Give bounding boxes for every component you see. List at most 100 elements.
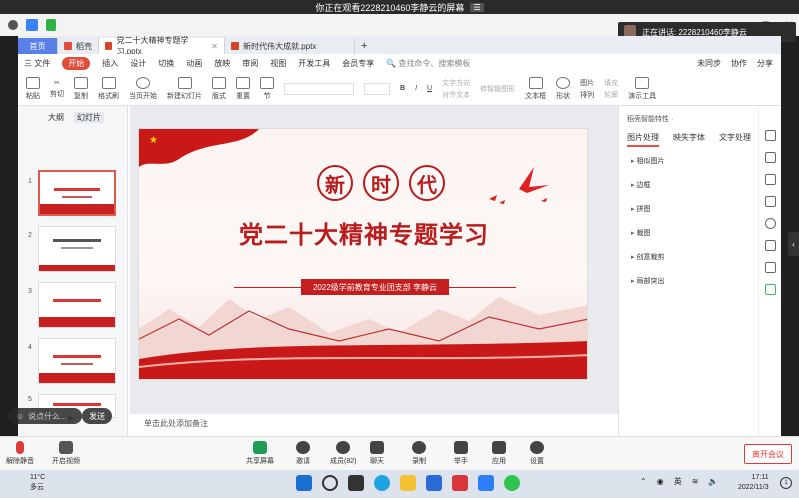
slide-thumbnail[interactable] [38,226,116,272]
menu-item[interactable]: 动画 [186,58,202,69]
search-command[interactable]: 🔍 查找命令、搜索模板 [386,58,470,69]
signal-icon[interactable] [46,19,56,31]
tab-slides[interactable]: 幻灯片 [74,112,104,123]
emoji-icon[interactable]: ☺ [16,412,24,421]
share-screen-button[interactable]: 共享屏幕 [246,441,274,466]
meeting-app-icon[interactable] [478,475,494,491]
menu-item[interactable]: 会员专享 [342,58,374,69]
beautify-icon[interactable] [765,262,776,273]
smart-icon[interactable] [765,284,776,295]
app-icon[interactable] [426,475,442,491]
clock[interactable]: 17:11 2022/11/3 [738,473,769,493]
help-icon[interactable] [765,218,776,229]
lang-indicator[interactable]: 英 [674,476,682,487]
panel-item[interactable]: 局部突出 [631,276,664,286]
slide-thumbnail[interactable] [38,282,116,328]
tab-outline[interactable]: 大纲 [48,112,64,123]
edge-icon[interactable] [374,475,390,491]
notification-icon[interactable]: 1 [780,477,792,489]
format-painter-button[interactable]: 格式刷 [98,76,119,101]
wps-icon[interactable] [452,475,468,491]
tab-doc-2[interactable]: 新时代伟大成就.pptx [225,38,355,54]
underline-button[interactable]: U [427,85,432,92]
members-button[interactable]: 成员(82) [330,441,356,466]
layout-button[interactable]: 版式 [212,76,226,101]
share-button[interactable]: 分享 [757,58,773,69]
menu-item[interactable]: 插入 [102,58,118,69]
tab-active-doc[interactable]: 党二十大精神专题学习.pptx ✕ [99,36,225,56]
panel-item[interactable]: 拼图 [631,204,650,214]
smart-graphic-button[interactable]: 转智能图形 [480,84,515,94]
textbox-button[interactable]: 文本框 [525,76,546,101]
start-video-button[interactable]: 开启视频 [52,441,80,466]
tab-missing-fonts[interactable]: 映失字体 [673,132,705,147]
chat-send-button[interactable]: 发送 [82,408,112,424]
new-slide-button[interactable]: 新建幻灯片 [167,76,202,101]
tab-daoke[interactable]: 稻壳 [58,38,99,54]
menu-item[interactable]: 设计 [130,58,146,69]
collaborate-button[interactable]: 协作 [731,58,747,69]
close-icon[interactable]: ✕ [211,42,218,51]
picture-button[interactable]: 图片 排列 [580,78,594,100]
info-icon[interactable] [8,20,18,30]
panel-item[interactable]: 创意裁剪 [631,252,664,262]
slide-thumbnail[interactable] [38,338,116,384]
unmute-button[interactable]: 解除静音 [6,441,34,466]
sync-status[interactable]: 未同步 [697,58,721,69]
menu-item[interactable]: 视图 [270,58,286,69]
panel-item[interactable]: 裁图 [631,228,650,238]
presentation-tools-button[interactable]: 演示工具 [628,76,656,101]
menu-start[interactable]: 开始 [62,56,91,70]
folder-icon[interactable] [400,475,416,491]
menu-item[interactable]: 切换 [158,58,174,69]
menu-item[interactable]: 审阅 [242,58,258,69]
export-icon[interactable] [765,196,776,207]
image-icon[interactable] [765,240,776,251]
cut-button[interactable]: ✂ 剪切 [50,79,64,99]
slide-thumbnail[interactable] [38,170,116,216]
start-icon[interactable] [296,475,312,491]
settings-button[interactable]: 设置 [530,441,544,466]
chat-button[interactable]: 聊天 [370,441,384,466]
chevron-up-icon[interactable]: ⌃ [640,477,647,486]
panel-item[interactable]: 边框 [631,180,650,190]
bold-button[interactable]: B [400,85,405,92]
panel-item[interactable]: 相似图片 [631,156,664,166]
adjust-icon[interactable] [765,152,776,163]
tab-home[interactable]: 首页 [18,38,58,54]
leave-meeting-button[interactable]: 离开会议 [744,444,792,464]
hamburger-icon[interactable]: ☰ [470,2,484,12]
slide[interactable]: ★ 新 时 代 党二十大精神专题学习 2022级学前教育专业团支部 李静云 [138,128,588,380]
new-tab-icon[interactable]: + [355,38,373,54]
apps-button[interactable]: 应用 [492,441,506,466]
task-view-icon[interactable] [348,475,364,491]
record-button[interactable]: 录制 [412,441,426,466]
menu-item[interactable]: 开发工具 [298,58,330,69]
play-from-current-button[interactable]: 当页开始 [129,76,157,101]
fill-button[interactable]: 填充 轮廓 [604,78,618,100]
tray-app-icon[interactable]: ◉ [657,477,664,486]
wifi-icon[interactable]: ≋ [692,477,699,486]
menu-item[interactable]: 放映 [214,58,230,69]
notes-placeholder[interactable]: 单击此处添加备注 [144,418,208,429]
text-direction-button[interactable]: 文字方向 对齐文本 [442,78,470,100]
copy-button[interactable]: 复制 [74,76,88,101]
chat-input[interactable]: ☺ 说点什么... [8,408,82,424]
raise-hand-button[interactable]: 举手 [454,441,468,466]
pin-icon[interactable] [765,174,776,185]
reset-button[interactable]: 重置 [236,76,250,101]
collapse-handle[interactable]: ‹ [788,232,799,256]
font-select[interactable] [284,82,354,95]
section-button[interactable]: 节 [260,76,274,101]
tab-image-processing[interactable]: 图片处理 [627,132,659,147]
shape-button[interactable]: 形状 [556,76,571,101]
wechat-icon[interactable] [504,475,520,491]
italic-button[interactable]: I [415,85,417,92]
menu-file[interactable]: 三 文件 [24,58,50,69]
search-icon[interactable] [322,475,338,491]
weather-widget[interactable]: 11°C 多云 [30,473,45,493]
invite-button[interactable]: 邀请 [296,441,310,466]
font-size-select[interactable] [364,82,390,95]
shield-icon[interactable] [26,19,38,31]
paste-button[interactable]: 粘贴 [26,76,40,101]
